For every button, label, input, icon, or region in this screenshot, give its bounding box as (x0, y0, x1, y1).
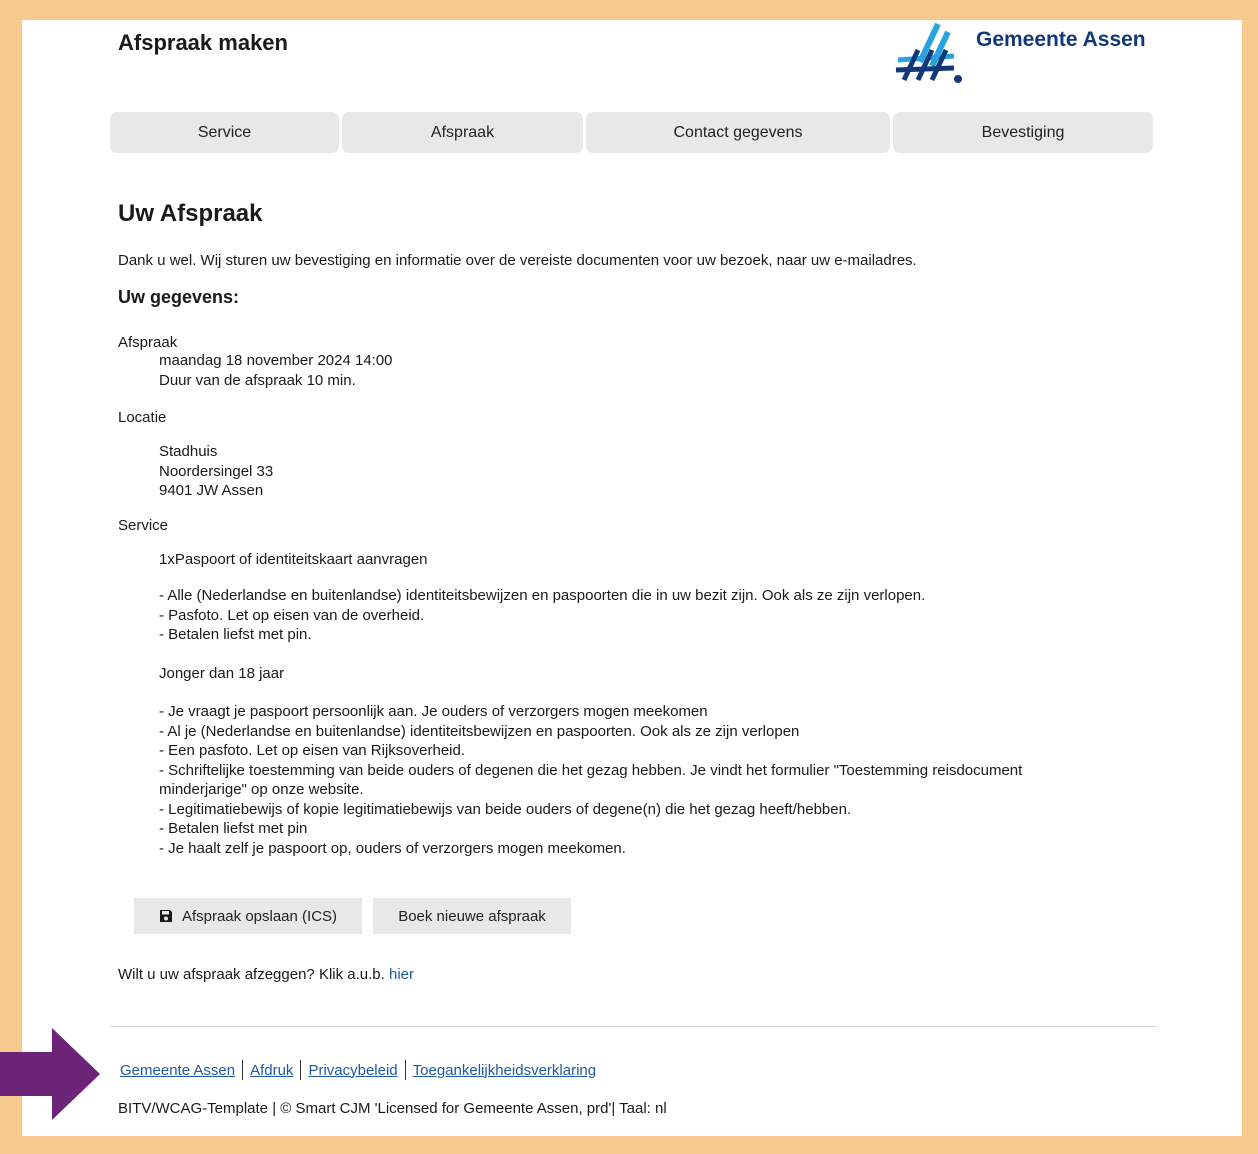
list-item: - Al je (Nederlandse en buitenlandse) id… (159, 722, 800, 740)
cancel-link[interactable]: hier (389, 966, 414, 983)
minor-requirements-list: - Je vraagt je paspoort persoonlijk aan.… (118, 702, 1089, 858)
footer-separator (242, 1060, 244, 1080)
service-name: 1xPaspoort of identiteitskaart aanvragen (159, 550, 428, 568)
list-item: - Betalen liefst met pin (159, 820, 308, 837)
page-frame: Afspraak maken Gemeente Assen Service Af… (22, 20, 1242, 1136)
cancel-text: Wilt u uw afspraak afzeggen? Klik a.u.b. (118, 966, 389, 983)
footer-credit: BITV/WCAG-Template | © Smart CJM 'Licens… (118, 1100, 667, 1117)
step-bevestiging[interactable]: Bevestiging (893, 112, 1153, 153)
progress-steps: Service Afspraak Contact gegevens Bevest… (110, 112, 1156, 153)
cancel-prompt: Wilt u uw afspraak afzeggen? Klik a.u.b.… (118, 966, 414, 983)
step-afspraak[interactable]: Afspraak (342, 112, 583, 153)
logo-text: Gemeente Assen (976, 28, 1146, 51)
minor-heading: Jonger dan 18 jaar (159, 664, 285, 682)
service-label: Service (118, 516, 169, 534)
list-item: - Schriftelijke toestemming van beide ou… (159, 761, 1023, 799)
footer-link-afdruk[interactable]: Afdruk (250, 1062, 293, 1079)
list-item: - Betalen liefst met pin. (159, 626, 312, 643)
gemeente-assen-logo[interactable]: Gemeente Assen (894, 22, 1154, 86)
logo-mark-icon (895, 22, 962, 83)
location-street: Noordersingel 33 (159, 462, 274, 480)
list-item: - Legitimatiebewijs of kopie legitimatie… (159, 800, 852, 818)
requirements-list: - Alle (Nederlandse en buitenlandse) ide… (118, 586, 1118, 645)
floppy-disk-icon (159, 910, 172, 922)
confirmation-message: Dank u wel. Wij sturen uw bevestiging en… (118, 252, 917, 269)
page-title: Afspraak maken (118, 30, 288, 55)
list-item: - Alle (Nederlandse en buitenlandse) ide… (159, 587, 926, 604)
location-label: Locatie (118, 409, 167, 426)
details-heading: Uw gegevens: (118, 287, 240, 307)
step-contact-gegevens[interactable]: Contact gegevens (586, 112, 890, 153)
location-postal: 9401 JW Assen (159, 482, 264, 499)
save-ics-button[interactable]: Afspraak opslaan (ICS) (134, 898, 362, 934)
new-booking-button[interactable]: Boek nieuwe afspraak (373, 898, 571, 934)
list-item: - Je vraagt je paspoort persoonlijk aan.… (159, 703, 708, 720)
step-service[interactable]: Service (110, 112, 339, 153)
appointment-datetime: maandag 18 november 2024 14:00 (159, 352, 393, 369)
appointment-duration: Duur van de afspraak 10 min. (159, 371, 356, 389)
list-item: - Een pasfoto. Let op eisen van Rijksove… (159, 742, 466, 759)
section-heading: Uw Afspraak (118, 200, 263, 227)
appointment-details: maandag 18 november 2024 14:00 Duur van … (118, 351, 1118, 390)
footer-separator (404, 1060, 406, 1080)
location-address: Stadhuis Noordersingel 33 9401 JW Assen (118, 442, 1118, 501)
footer-separator (300, 1060, 302, 1080)
list-item: - Pasfoto. Let op eisen van de overheid. (159, 606, 425, 624)
footer-link-privacybeleid[interactable]: Privacybeleid (308, 1062, 397, 1079)
main-content: Uw Afspraak Dank u wel. Wij sturen uw be… (118, 200, 1118, 858)
appointment-label: Afspraak (118, 334, 178, 351)
footer-divider (110, 1026, 1157, 1027)
location-name: Stadhuis (159, 443, 218, 460)
list-item: - Je haalt zelf je paspoort op, ouders o… (159, 839, 626, 857)
footer-link-gemeente-assen[interactable]: Gemeente Assen (120, 1062, 235, 1079)
footer-links: Gemeente Assen Afdruk Privacybeleid Toeg… (120, 1060, 596, 1080)
arrow-right-icon (0, 1028, 100, 1120)
save-ics-label: Afspraak opslaan (ICS) (181, 907, 338, 925)
footer-link-toegankelijkheidsverklaring[interactable]: Toegankelijkheidsverklaring (413, 1062, 596, 1079)
